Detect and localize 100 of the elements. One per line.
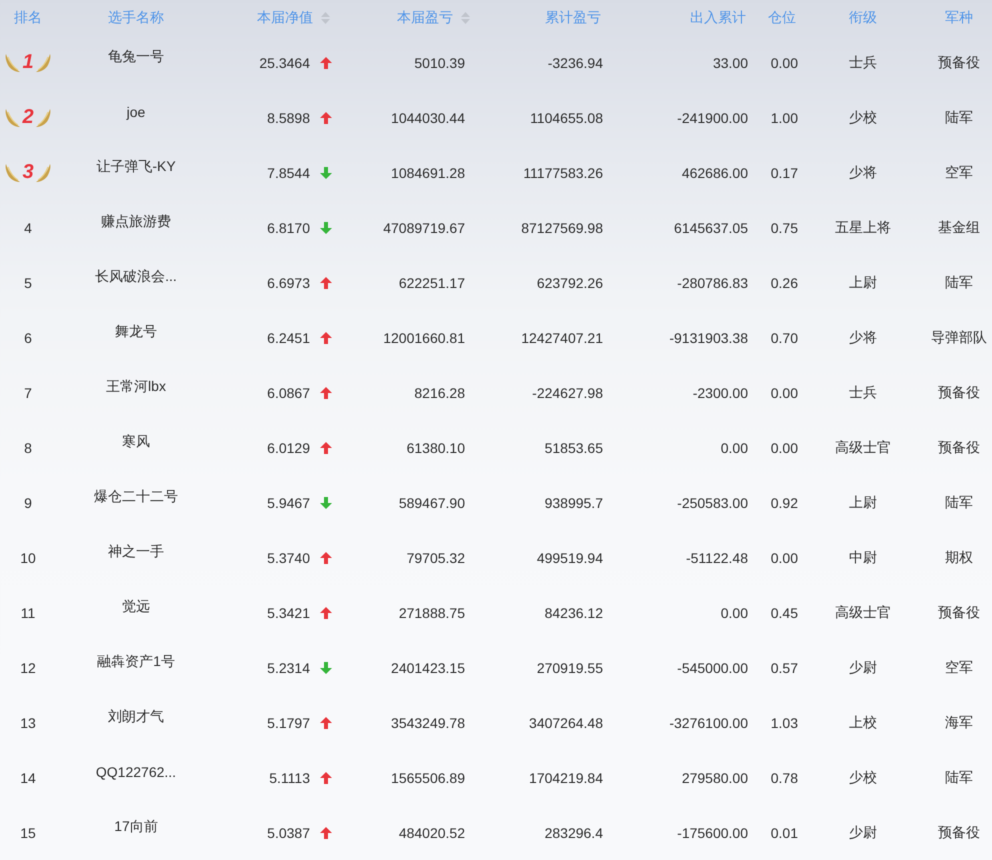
flow-total: -545000.00 xyxy=(677,660,748,676)
rank-number: 2 xyxy=(22,106,34,129)
rank-title: 高级士官 xyxy=(835,438,891,456)
player-name[interactable]: 神之一手 xyxy=(108,542,164,560)
period-pnl: 622251.17 xyxy=(398,274,465,290)
player-name[interactable]: 龟兔一号 xyxy=(108,48,164,66)
branch-name: 空军 xyxy=(945,164,973,182)
flow-total: -9131903.38 xyxy=(669,330,748,346)
net-value: 6.0129 xyxy=(267,440,310,456)
total-pnl: 499519.94 xyxy=(536,550,603,566)
branch-name: 陆军 xyxy=(945,494,973,512)
period-pnl: 3543249.78 xyxy=(391,714,465,730)
player-name[interactable]: 舞龙号 xyxy=(115,322,157,340)
flow-total: -3276100.00 xyxy=(669,714,748,730)
net-value: 5.0387 xyxy=(267,824,310,840)
net-value: 6.6973 xyxy=(267,274,310,290)
branch-name: 预备役 xyxy=(938,384,980,402)
player-name[interactable]: 觉远 xyxy=(122,598,150,616)
total-pnl: 623792.26 xyxy=(536,274,603,290)
position-ratio: 0.00 xyxy=(770,54,798,70)
position-ratio: 0.26 xyxy=(770,274,798,290)
net-value: 5.2314 xyxy=(267,660,310,676)
rank-number: 6 xyxy=(24,330,32,346)
player-name[interactable]: 让子弹飞-KY xyxy=(96,158,176,176)
player-name[interactable]: 赚点旅游费 xyxy=(101,212,171,230)
period-pnl: 12001660.81 xyxy=(383,330,465,346)
player-name[interactable]: QQ122762... xyxy=(96,764,176,780)
rank-number: 8 xyxy=(24,440,32,456)
player-name[interactable]: 融犇资产1号 xyxy=(97,652,175,670)
position-ratio: 0.70 xyxy=(770,330,798,346)
total-pnl: -3236.94 xyxy=(548,54,603,70)
flow-total: -250583.00 xyxy=(677,494,748,510)
player-name[interactable]: 刘朗才气 xyxy=(108,708,164,726)
rank-title: 少校 xyxy=(849,108,877,126)
branch-name: 预备役 xyxy=(938,54,980,72)
net-value: 6.0867 xyxy=(267,384,310,400)
rank-number: 13 xyxy=(20,714,36,730)
sort-icon[interactable] xyxy=(461,12,470,24)
total-pnl: 11177583.26 xyxy=(523,164,603,180)
net-value: 6.8170 xyxy=(267,220,310,236)
rank-title: 少将 xyxy=(849,164,877,182)
rank-number: 1 xyxy=(22,51,34,74)
total-pnl: -224627.98 xyxy=(532,384,603,400)
rank-title: 中尉 xyxy=(849,548,877,566)
branch-name: 基金组 xyxy=(938,218,980,236)
period-pnl: 1044030.44 xyxy=(391,110,465,126)
position-ratio: 0.00 xyxy=(770,550,798,566)
flow-total: 6145637.05 xyxy=(674,220,748,236)
total-pnl: 3407264.48 xyxy=(529,714,603,730)
column-header: 衔级 xyxy=(848,8,878,26)
total-pnl: 283296.4 xyxy=(544,824,603,840)
net-value: 5.3421 xyxy=(267,604,310,620)
branch-name: 海军 xyxy=(945,714,973,732)
period-pnl: 1084691.28 xyxy=(391,164,465,180)
rank-title: 少尉 xyxy=(849,824,877,842)
rank-number: 12 xyxy=(20,660,36,676)
total-pnl: 12427407.21 xyxy=(521,330,603,346)
flow-total: -241900.00 xyxy=(677,110,748,126)
flow-total: -175600.00 xyxy=(677,824,748,840)
player-name[interactable]: 爆仓二十二号 xyxy=(94,488,178,506)
net-value: 5.1113 xyxy=(269,770,310,786)
player-name[interactable]: 17向前 xyxy=(114,818,158,836)
column-header: 累计盈亏 xyxy=(544,8,602,26)
position-ratio: 0.75 xyxy=(770,220,798,236)
total-pnl: 1104655.08 xyxy=(530,110,603,126)
rank-title: 上尉 xyxy=(849,494,877,512)
player-name[interactable]: 王常河lbx xyxy=(106,378,166,396)
period-pnl: 1565506.89 xyxy=(391,770,465,786)
period-pnl: 589467.90 xyxy=(398,494,465,510)
net-value: 5.3740 xyxy=(267,550,310,566)
rank-title: 少校 xyxy=(849,768,877,786)
period-pnl: 271888.75 xyxy=(398,604,465,620)
position-ratio: 1.00 xyxy=(770,110,798,126)
rank-number: 15 xyxy=(20,824,36,840)
net-value: 5.1797 xyxy=(267,714,310,730)
player-name[interactable]: 寒风 xyxy=(122,432,150,450)
player-name[interactable]: 长风破浪会... xyxy=(95,268,177,286)
rank-title: 五星上将 xyxy=(835,218,891,236)
wing-icon xyxy=(5,106,22,128)
total-pnl: 270919.55 xyxy=(536,660,603,676)
rank-number: 4 xyxy=(24,220,32,236)
total-pnl: 87127569.98 xyxy=(521,220,603,236)
rank-number: 5 xyxy=(24,274,32,290)
position-ratio: 1.03 xyxy=(770,714,798,730)
total-pnl: 1704219.84 xyxy=(529,770,603,786)
sort-icon[interactable] xyxy=(321,12,330,24)
position-ratio: 0.17 xyxy=(770,164,798,180)
flow-total: -2300.00 xyxy=(692,384,748,400)
wing-icon xyxy=(34,52,51,74)
rank-title: 上尉 xyxy=(849,274,877,292)
position-ratio: 0.00 xyxy=(770,440,798,456)
rank-title: 士兵 xyxy=(849,54,877,72)
rank-number: 9 xyxy=(24,494,32,510)
period-pnl: 8216.28 xyxy=(414,384,465,400)
flow-total: 33.00 xyxy=(712,54,748,70)
period-pnl: 484020.52 xyxy=(398,824,465,840)
player-name[interactable]: joe xyxy=(126,104,146,120)
branch-name: 期权 xyxy=(945,548,973,566)
net-value: 5.9467 xyxy=(267,494,310,510)
flow-total: 462686.00 xyxy=(682,164,748,180)
